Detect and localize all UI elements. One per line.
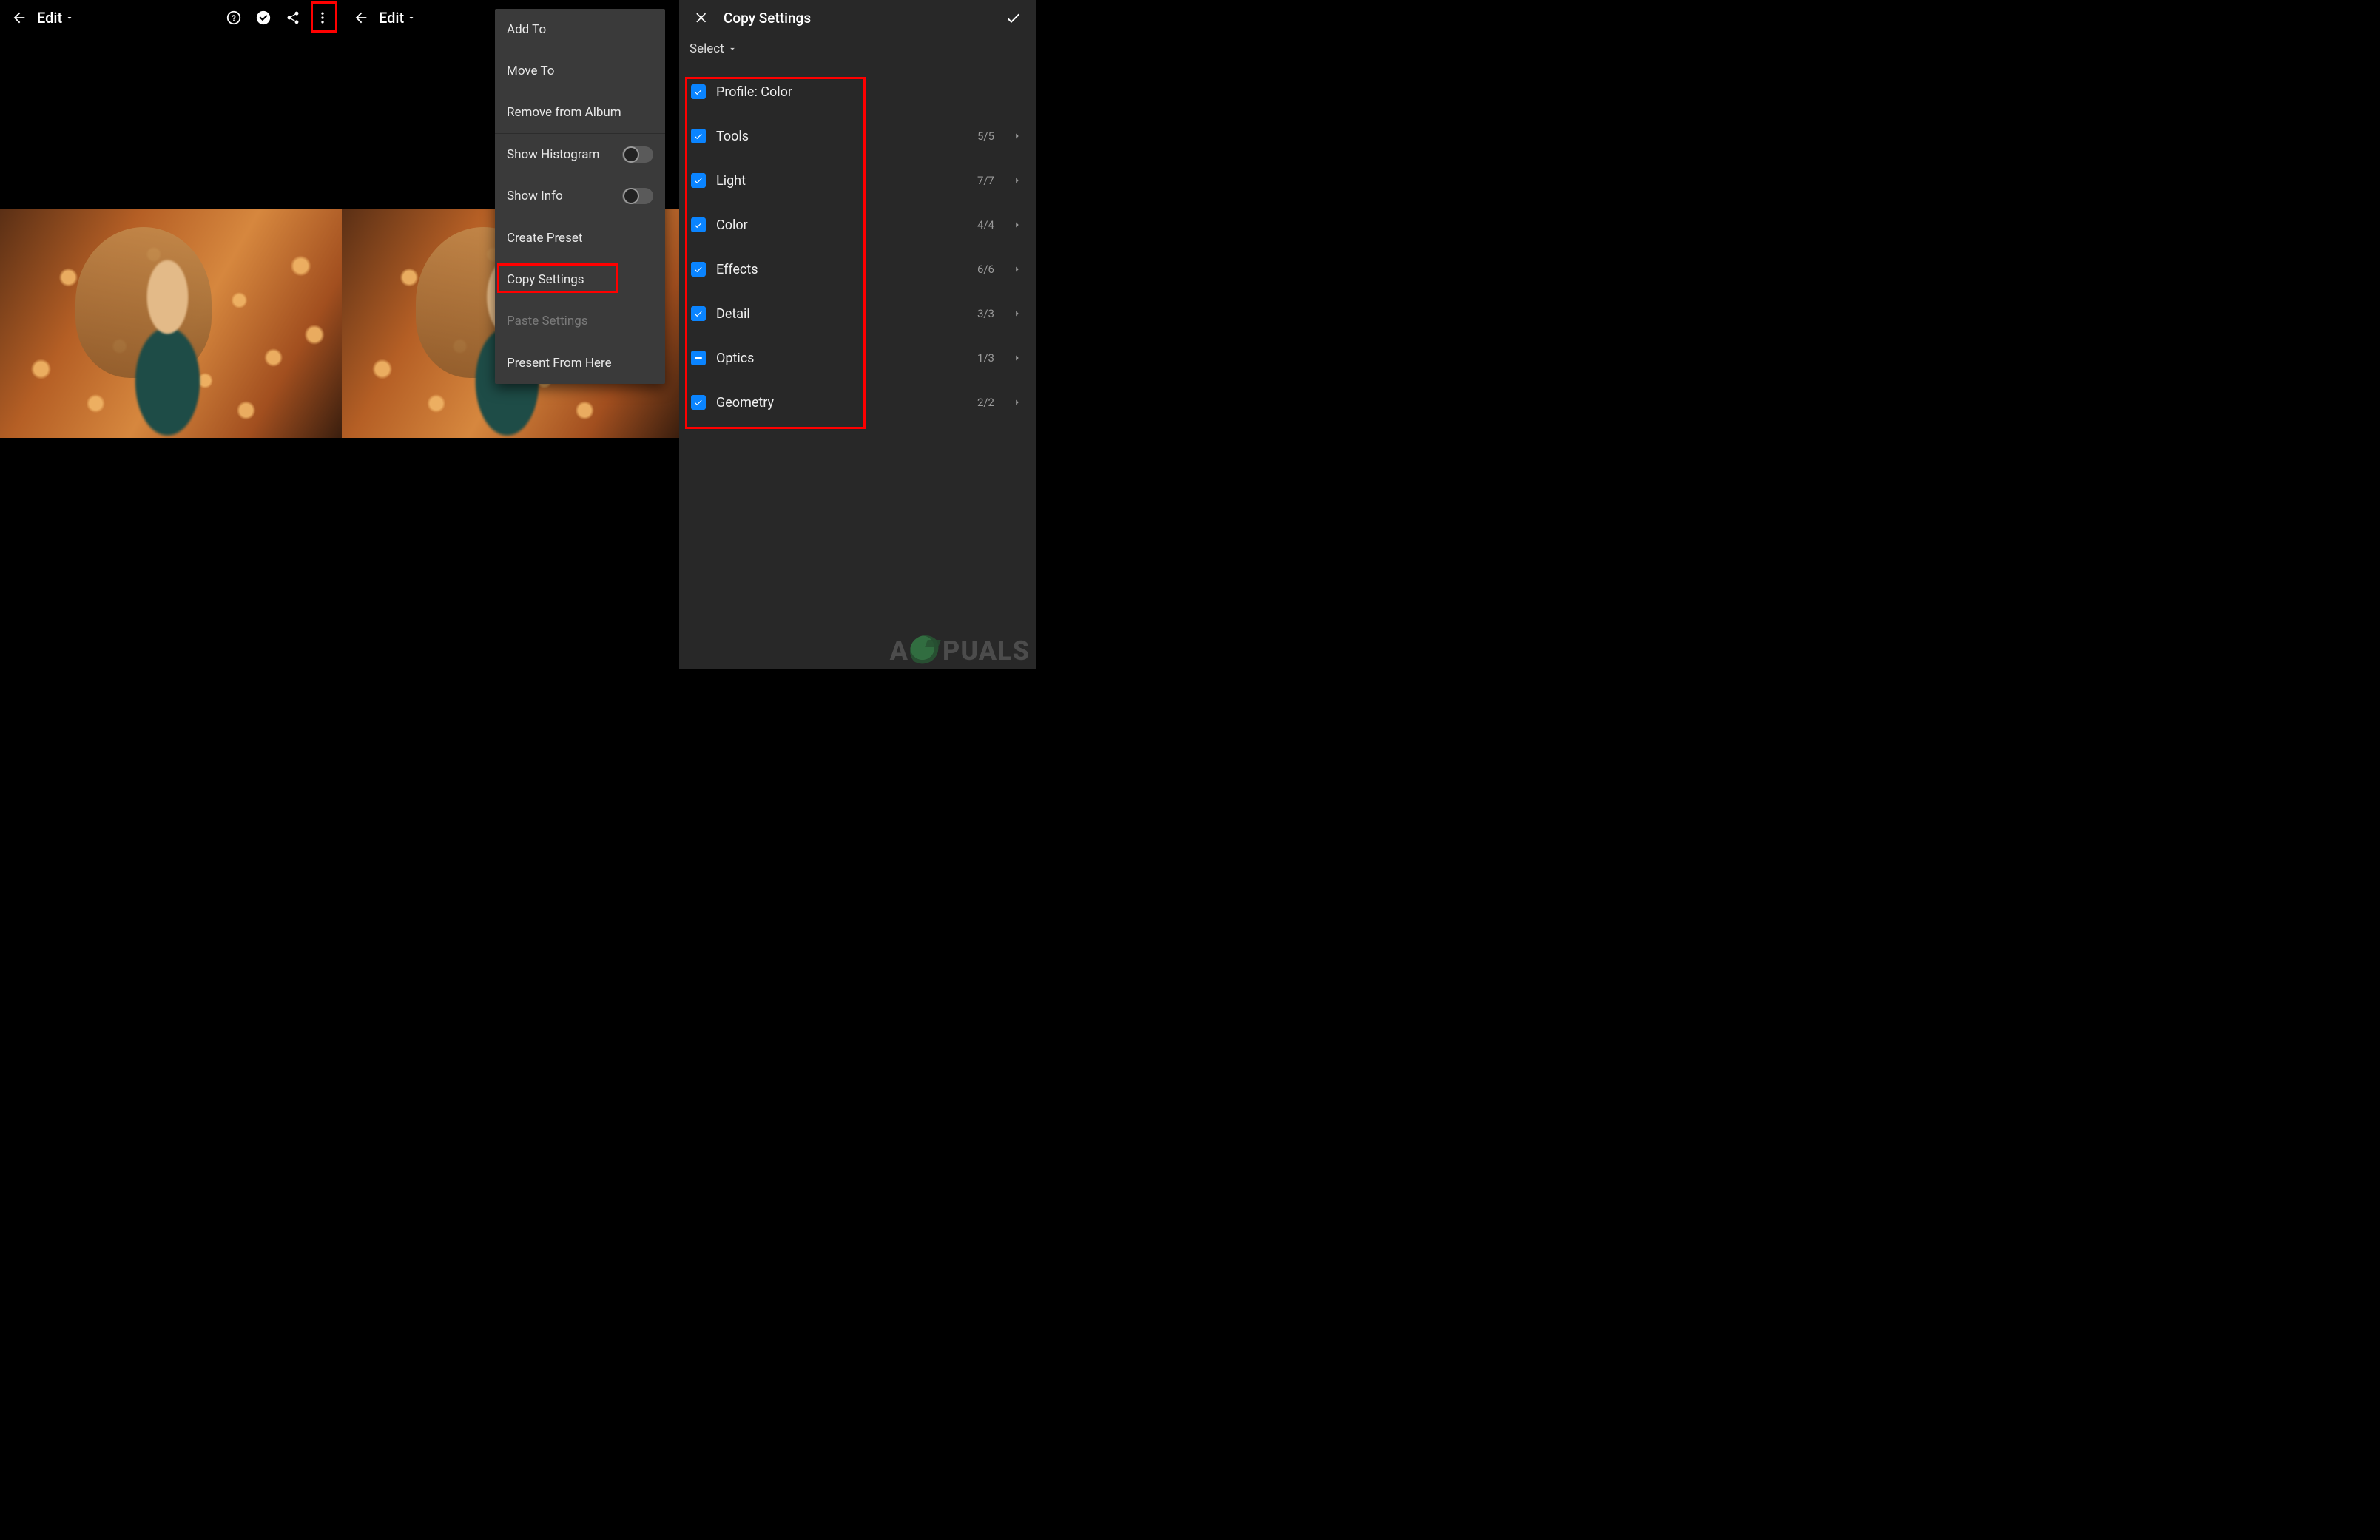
checkbox[interactable] [691, 395, 706, 410]
row-count: 6/6 [977, 263, 994, 276]
edit-dropdown[interactable]: Edit [379, 9, 416, 27]
checkbox[interactable] [691, 306, 706, 321]
panel3-title: Copy Settings [724, 10, 811, 27]
share-icon[interactable] [281, 6, 305, 30]
menu-item-remove-from-album[interactable]: Remove from Album [495, 92, 665, 133]
row-label: Light [716, 173, 967, 189]
caret-down-icon [727, 44, 738, 54]
watermark-text-right: PUALS [943, 635, 1030, 666]
settings-row-optics[interactable]: Optics 1/3 [684, 336, 1031, 380]
edit-dropdown[interactable]: Edit [37, 9, 74, 27]
checkbox[interactable] [691, 217, 706, 232]
menu-item-label: Show Histogram [507, 147, 599, 162]
toggle-switch[interactable] [622, 188, 653, 204]
menu-item-paste-settings: Paste Settings [495, 300, 665, 342]
menu-item-show-info[interactable]: Show Info [495, 175, 665, 217]
menu-item-label: Remove from Album [507, 105, 621, 120]
menu-item-label: Create Preset [507, 231, 582, 246]
edit-label: Edit [37, 9, 62, 27]
help-icon[interactable] [222, 6, 246, 30]
menu-item-label: Move To [507, 64, 554, 78]
row-count: 3/3 [977, 307, 994, 320]
row-label: Effects [716, 262, 967, 277]
confirm-button[interactable] [1002, 6, 1025, 30]
close-button[interactable] [690, 6, 713, 30]
panel1-photo[interactable] [0, 209, 342, 438]
stage: Edit Edit [0, 0, 1036, 669]
checkbox[interactable] [691, 129, 706, 143]
watermark-icon [910, 635, 941, 666]
settings-row-tools[interactable]: Tools 5/5 [684, 114, 1031, 158]
row-label: Tools [716, 129, 967, 144]
caret-down-icon [407, 13, 416, 22]
menu-item-label: Present From Here [507, 356, 612, 371]
back-button[interactable] [7, 6, 31, 30]
panel3-header: Copy Settings [679, 0, 1036, 36]
back-button[interactable] [349, 6, 373, 30]
checkbox[interactable] [691, 173, 706, 188]
menu-item-label: Copy Settings [507, 272, 584, 287]
menu-item-present-from-here[interactable]: Present From Here [495, 342, 665, 384]
chevron-right-icon [1011, 351, 1024, 365]
chevron-right-icon [1011, 218, 1024, 232]
more-options-icon[interactable] [311, 6, 334, 30]
settings-list: Profile: Color Tools 5/5 Light 7/7 Color 4/4 Ef… [679, 70, 1036, 425]
chevron-right-icon [1011, 307, 1024, 320]
row-label: Profile: Color [716, 84, 1024, 100]
row-label: Detail [716, 306, 967, 322]
menu-item-add-to[interactable]: Add To [495, 9, 665, 50]
watermark: A PUALS [890, 635, 1030, 666]
panel-1: Edit [0, 0, 342, 669]
watermark-text-left: A [890, 635, 908, 666]
menu-item-copy-settings[interactable]: Copy Settings [495, 259, 665, 300]
settings-row-geometry[interactable]: Geometry 2/2 [684, 380, 1031, 425]
row-count: 1/3 [977, 351, 994, 365]
checkbox[interactable] [691, 351, 706, 365]
edit-label: Edit [379, 9, 404, 27]
overflow-menu: Add To Move To Remove from Album Show Histo… [495, 9, 665, 384]
caret-down-icon [65, 13, 74, 22]
row-label: Geometry [716, 395, 967, 411]
chevron-right-icon [1011, 129, 1024, 143]
menu-item-label: Add To [507, 22, 546, 37]
settings-row-light[interactable]: Light 7/7 [684, 158, 1031, 203]
settings-row-detail[interactable]: Detail 3/3 [684, 291, 1031, 336]
settings-row-profile-color[interactable]: Profile: Color [684, 70, 1031, 114]
row-count: 5/5 [977, 129, 994, 143]
menu-item-create-preset[interactable]: Create Preset [495, 217, 665, 259]
settings-row-color[interactable]: Color 4/4 [684, 203, 1031, 247]
menu-item-label: Paste Settings [507, 314, 588, 328]
panel1-topbar: Edit [0, 0, 342, 36]
panel-3-copy-settings: Copy Settings Select Profile: Color Tools… [679, 0, 1036, 669]
row-label: Color [716, 217, 967, 233]
checkbox[interactable] [691, 262, 706, 277]
menu-item-label: Show Info [507, 189, 563, 203]
chevron-right-icon [1011, 396, 1024, 409]
select-dropdown[interactable]: Select [679, 36, 1036, 70]
row-count: 7/7 [977, 174, 994, 187]
menu-item-show-histogram[interactable]: Show Histogram [495, 134, 665, 175]
row-label: Optics [716, 351, 967, 366]
chevron-right-icon [1011, 174, 1024, 187]
row-count: 2/2 [977, 396, 994, 409]
chevron-right-icon [1011, 263, 1024, 276]
settings-row-effects[interactable]: Effects 6/6 [684, 247, 1031, 291]
checkbox[interactable] [691, 84, 706, 99]
menu-item-move-to[interactable]: Move To [495, 50, 665, 92]
cloud-status-icon[interactable] [252, 6, 275, 30]
row-count: 4/4 [977, 218, 994, 232]
toggle-switch[interactable] [622, 146, 653, 163]
select-label: Select [690, 41, 724, 56]
